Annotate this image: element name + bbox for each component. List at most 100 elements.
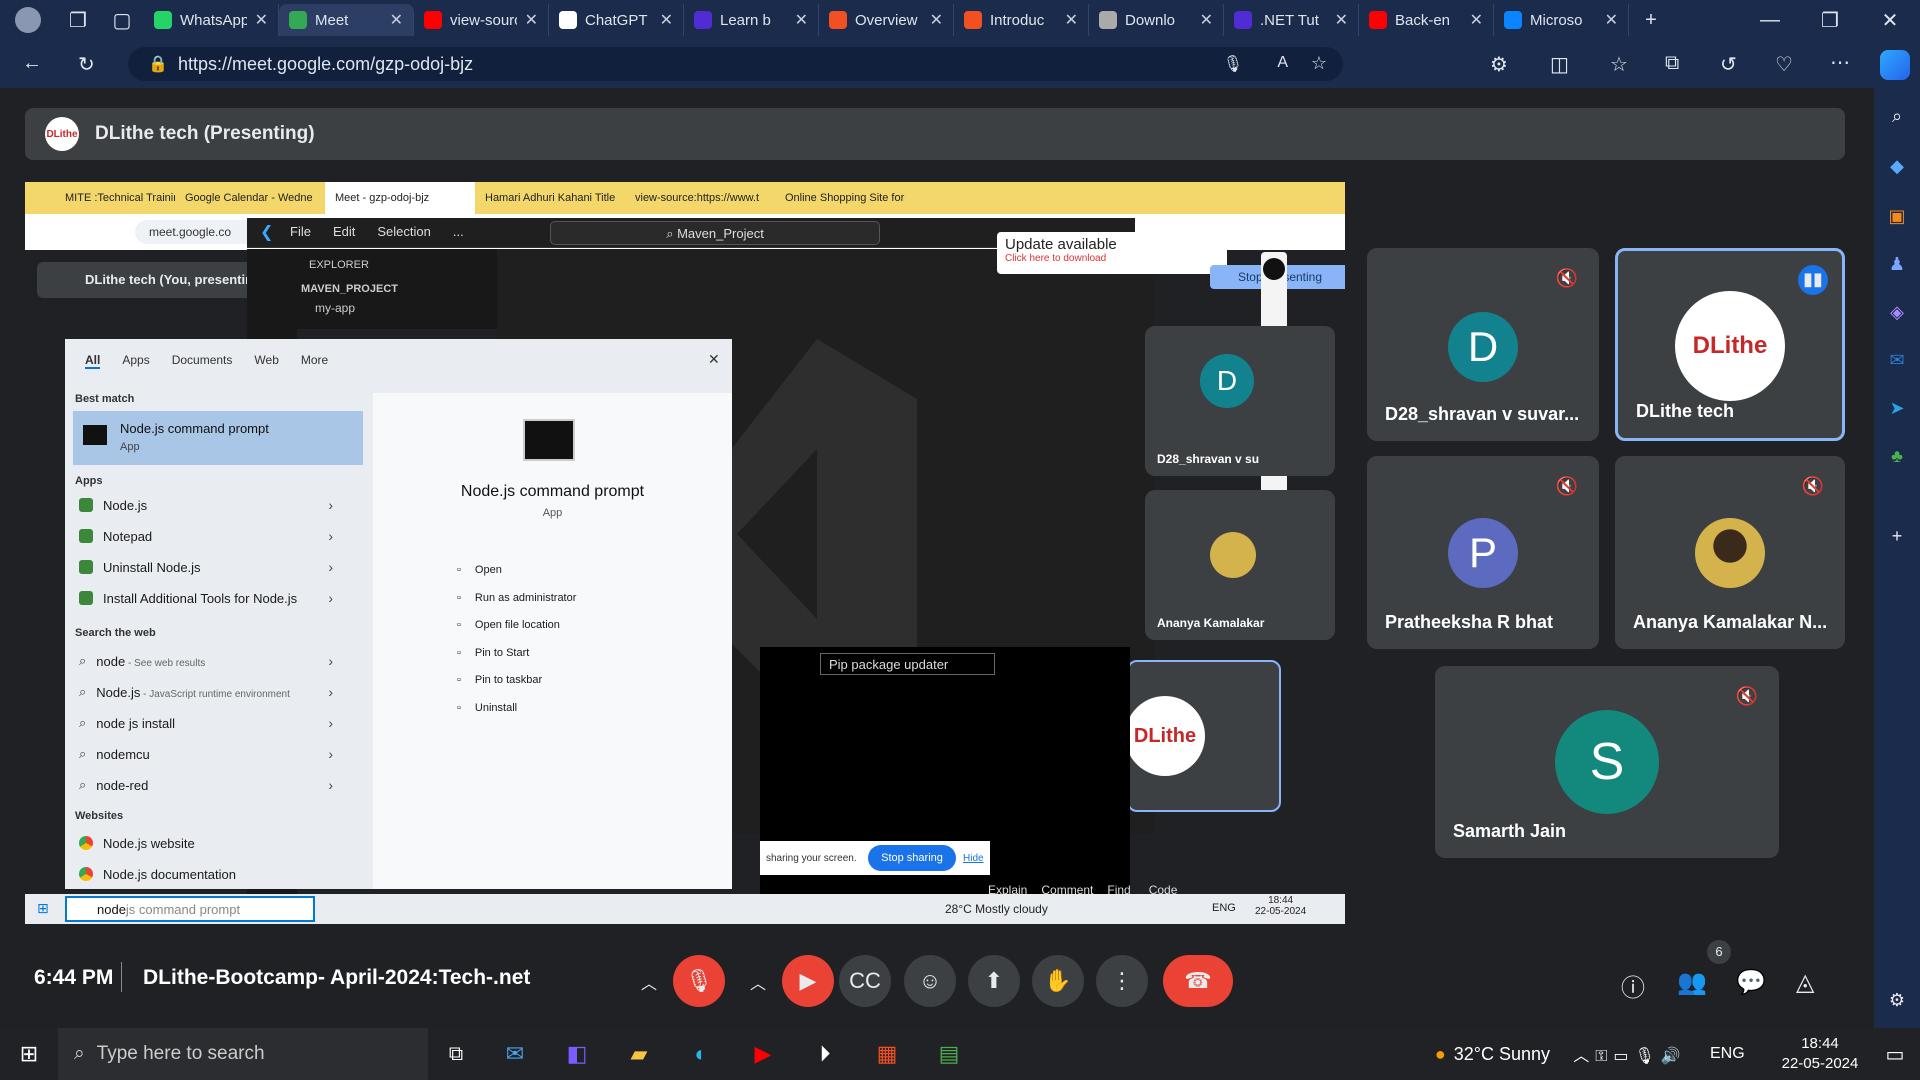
tab-close-icon[interactable]: ✕	[795, 10, 808, 30]
url-field[interactable]: 🔒 https://meet.google.com/gzp-odoj-bjz 🎙…	[128, 47, 1343, 81]
tray-language[interactable]: ENG	[1710, 1045, 1770, 1063]
mail-icon[interactable]: ✉	[484, 1041, 546, 1067]
split-screen-icon[interactable]: ◫	[1550, 52, 1569, 77]
taskbar-search-box[interactable]: ⌕ Type here to search	[58, 1028, 428, 1080]
search-scope-tab[interactable]: Web	[254, 353, 278, 369]
tab-close-icon[interactable]: ✕	[525, 10, 538, 30]
raise-hand-button[interactable]: ✋	[1032, 955, 1084, 1007]
start-icon[interactable]: ⊞	[0, 1041, 58, 1067]
sidebar-settings-icon[interactable]: ⚙	[1885, 988, 1909, 1012]
detail-action[interactable]: ▫ Pin to Start	[457, 647, 529, 659]
pip-select[interactable]: Pip package updater	[820, 653, 995, 675]
browser-tab[interactable]: view-source ✕	[414, 4, 549, 36]
task-view-icon[interactable]: ⧉	[428, 1043, 484, 1066]
search-scope-tab[interactable]: All	[85, 353, 101, 369]
web-result[interactable]: ⌕ Node.js - JavaScript runtime environmen…	[73, 678, 353, 706]
leave-call-button[interactable]: ☎	[1163, 955, 1233, 1007]
maximize-button[interactable]: ❐	[1800, 8, 1860, 33]
shopping-icon[interactable]: ▣	[1885, 204, 1909, 228]
inner-start-icon[interactable]: ⊞	[37, 900, 49, 917]
collections-icon[interactable]: ⧉	[1665, 52, 1679, 75]
app-result[interactable]: Install Additional Tools for Node.js ›	[73, 584, 353, 612]
participant-tile[interactable]: 🔇 D D28_shravan v suvar...	[1367, 248, 1599, 441]
tab-close-icon[interactable]: ✕	[255, 10, 268, 30]
games-icon[interactable]: ♟	[1885, 252, 1909, 276]
tab-actions-icon[interactable]: ▢	[100, 8, 144, 33]
tab-close-icon[interactable]: ✕	[1200, 10, 1213, 30]
tag-icon[interactable]: ◆	[1885, 154, 1909, 178]
app-icon[interactable]: ▤	[918, 1041, 980, 1067]
refresh-icon[interactable]: ↻	[78, 52, 95, 77]
edge-icon[interactable]: ◐	[670, 1041, 732, 1067]
browser-tab[interactable]: Learn b ✕	[684, 4, 819, 36]
pip-window[interactable]: Pip package updater sharing your screen.…	[760, 647, 1177, 911]
vscode-menu-item[interactable]: ...	[453, 224, 464, 239]
hide-link[interactable]: Hide	[963, 853, 984, 864]
search-scope-tab[interactable]: Apps	[122, 353, 149, 369]
participant-tile[interactable]: 🔇 S Samarth Jain	[1435, 666, 1779, 858]
tab-close-icon[interactable]: ✕	[1470, 10, 1483, 30]
browser-tab[interactable]: .NET Tut ✕	[1224, 4, 1359, 36]
visual-studio-icon[interactable]: ◧	[546, 1041, 608, 1067]
tab-close-icon[interactable]: ✕	[1605, 10, 1618, 30]
copilot-icon[interactable]	[1880, 50, 1910, 80]
workspaces-icon[interactable]: ❐	[56, 8, 100, 33]
camera-off-button[interactable]: ▶	[782, 955, 834, 1007]
favorite-star-icon[interactable]: ☆	[1311, 53, 1327, 74]
file-explorer-icon[interactable]: ▰	[608, 1041, 670, 1067]
tab-close-icon[interactable]: ✕	[660, 10, 673, 30]
app-result[interactable]: Notepad ›	[73, 522, 353, 550]
store-icon[interactable]: ▦	[856, 1041, 918, 1067]
app-result[interactable]: Uninstall Node.js ›	[73, 553, 353, 581]
people-icon[interactable]: 👥	[1677, 968, 1707, 997]
copilot-sidebar-icon[interactable]: ◈	[1885, 300, 1909, 324]
participant-tile-active[interactable]: ▮▮ DLithe DLithe tech	[1615, 248, 1845, 441]
performance-icon[interactable]: ♡	[1775, 52, 1793, 77]
outlook-icon[interactable]: ✉	[1885, 348, 1909, 372]
search-scope-tab[interactable]: Documents	[172, 353, 233, 369]
close-window-button[interactable]: ✕	[1860, 8, 1920, 33]
browser-tab[interactable]: ChatGPT ✕	[549, 4, 684, 36]
chat-icon[interactable]: 💬	[1736, 968, 1766, 997]
tab-close-icon[interactable]: ✕	[1065, 10, 1078, 30]
detail-action[interactable]: ▫ Open	[457, 564, 502, 576]
emoji-button[interactable]: ☺	[904, 955, 956, 1007]
explorer-project[interactable]: MAVEN_PROJECT	[297, 271, 497, 295]
explorer-folder[interactable]: my-app	[297, 295, 497, 315]
detail-action[interactable]: ▫ Pin to taskbar	[457, 674, 542, 686]
browser-tab[interactable]: Back-en ✕	[1359, 4, 1494, 36]
media-player-icon[interactable]: ⏵	[794, 1041, 856, 1067]
web-result[interactable]: ⌕ nodemcu ›	[73, 740, 353, 768]
vscode-menu-item[interactable]: File	[290, 224, 311, 239]
video-options-chevron-icon[interactable]: ︿	[750, 970, 766, 994]
tab-close-icon[interactable]: ✕	[930, 10, 943, 30]
new-tab-button[interactable]: +	[1629, 9, 1673, 32]
more-menu-icon[interactable]: ⋯	[1830, 50, 1850, 75]
back-icon[interactable]: ←	[22, 52, 42, 75]
weather-widget[interactable]: ● 32°C Sunny	[1435, 1044, 1550, 1065]
vscode-menu-item[interactable]: Edit	[333, 224, 355, 239]
participant-tile[interactable]: 🔇 P Pratheeksha R bhat	[1367, 456, 1599, 649]
present-button[interactable]: ⬆	[968, 955, 1020, 1007]
participant-tile[interactable]: 🔇 Ananya Kamalakar N...	[1615, 456, 1845, 649]
add-sidebar-app-icon[interactable]: +	[1885, 524, 1909, 548]
meeting-info-icon[interactable]: ⓘ	[1621, 968, 1645, 1003]
more-options-button[interactable]: ⋮	[1096, 955, 1148, 1007]
vscode-menu-item[interactable]: Selection	[377, 224, 430, 239]
detail-action[interactable]: ▫ Run as administrator	[457, 592, 576, 604]
audio-options-chevron-icon[interactable]: ︿	[641, 970, 657, 994]
youtube-icon[interactable]: ▶	[732, 1041, 794, 1067]
read-aloud-icon[interactable]: A	[1277, 54, 1288, 72]
web-result[interactable]: ⌕ node-red ›	[73, 771, 353, 799]
mic-icon[interactable]: 🎙	[1223, 54, 1243, 74]
update-popup[interactable]: Update available Click here to download	[997, 232, 1227, 274]
annotation-pin-icon[interactable]	[1263, 258, 1285, 280]
tab-close-icon[interactable]: ✕	[1335, 10, 1348, 30]
search-scope-tab[interactable]: More	[301, 353, 328, 369]
stop-sharing-button[interactable]: Stop sharing	[868, 845, 956, 871]
profile-avatar[interactable]	[0, 0, 56, 40]
taskbar-clock[interactable]: 18:44 22-05-2024	[1770, 1034, 1870, 1074]
extensions-icon[interactable]: ⚙	[1490, 52, 1508, 77]
tree-icon[interactable]: ♣	[1885, 444, 1909, 468]
browser-tab[interactable]: WhatsApp ✕	[144, 4, 279, 36]
